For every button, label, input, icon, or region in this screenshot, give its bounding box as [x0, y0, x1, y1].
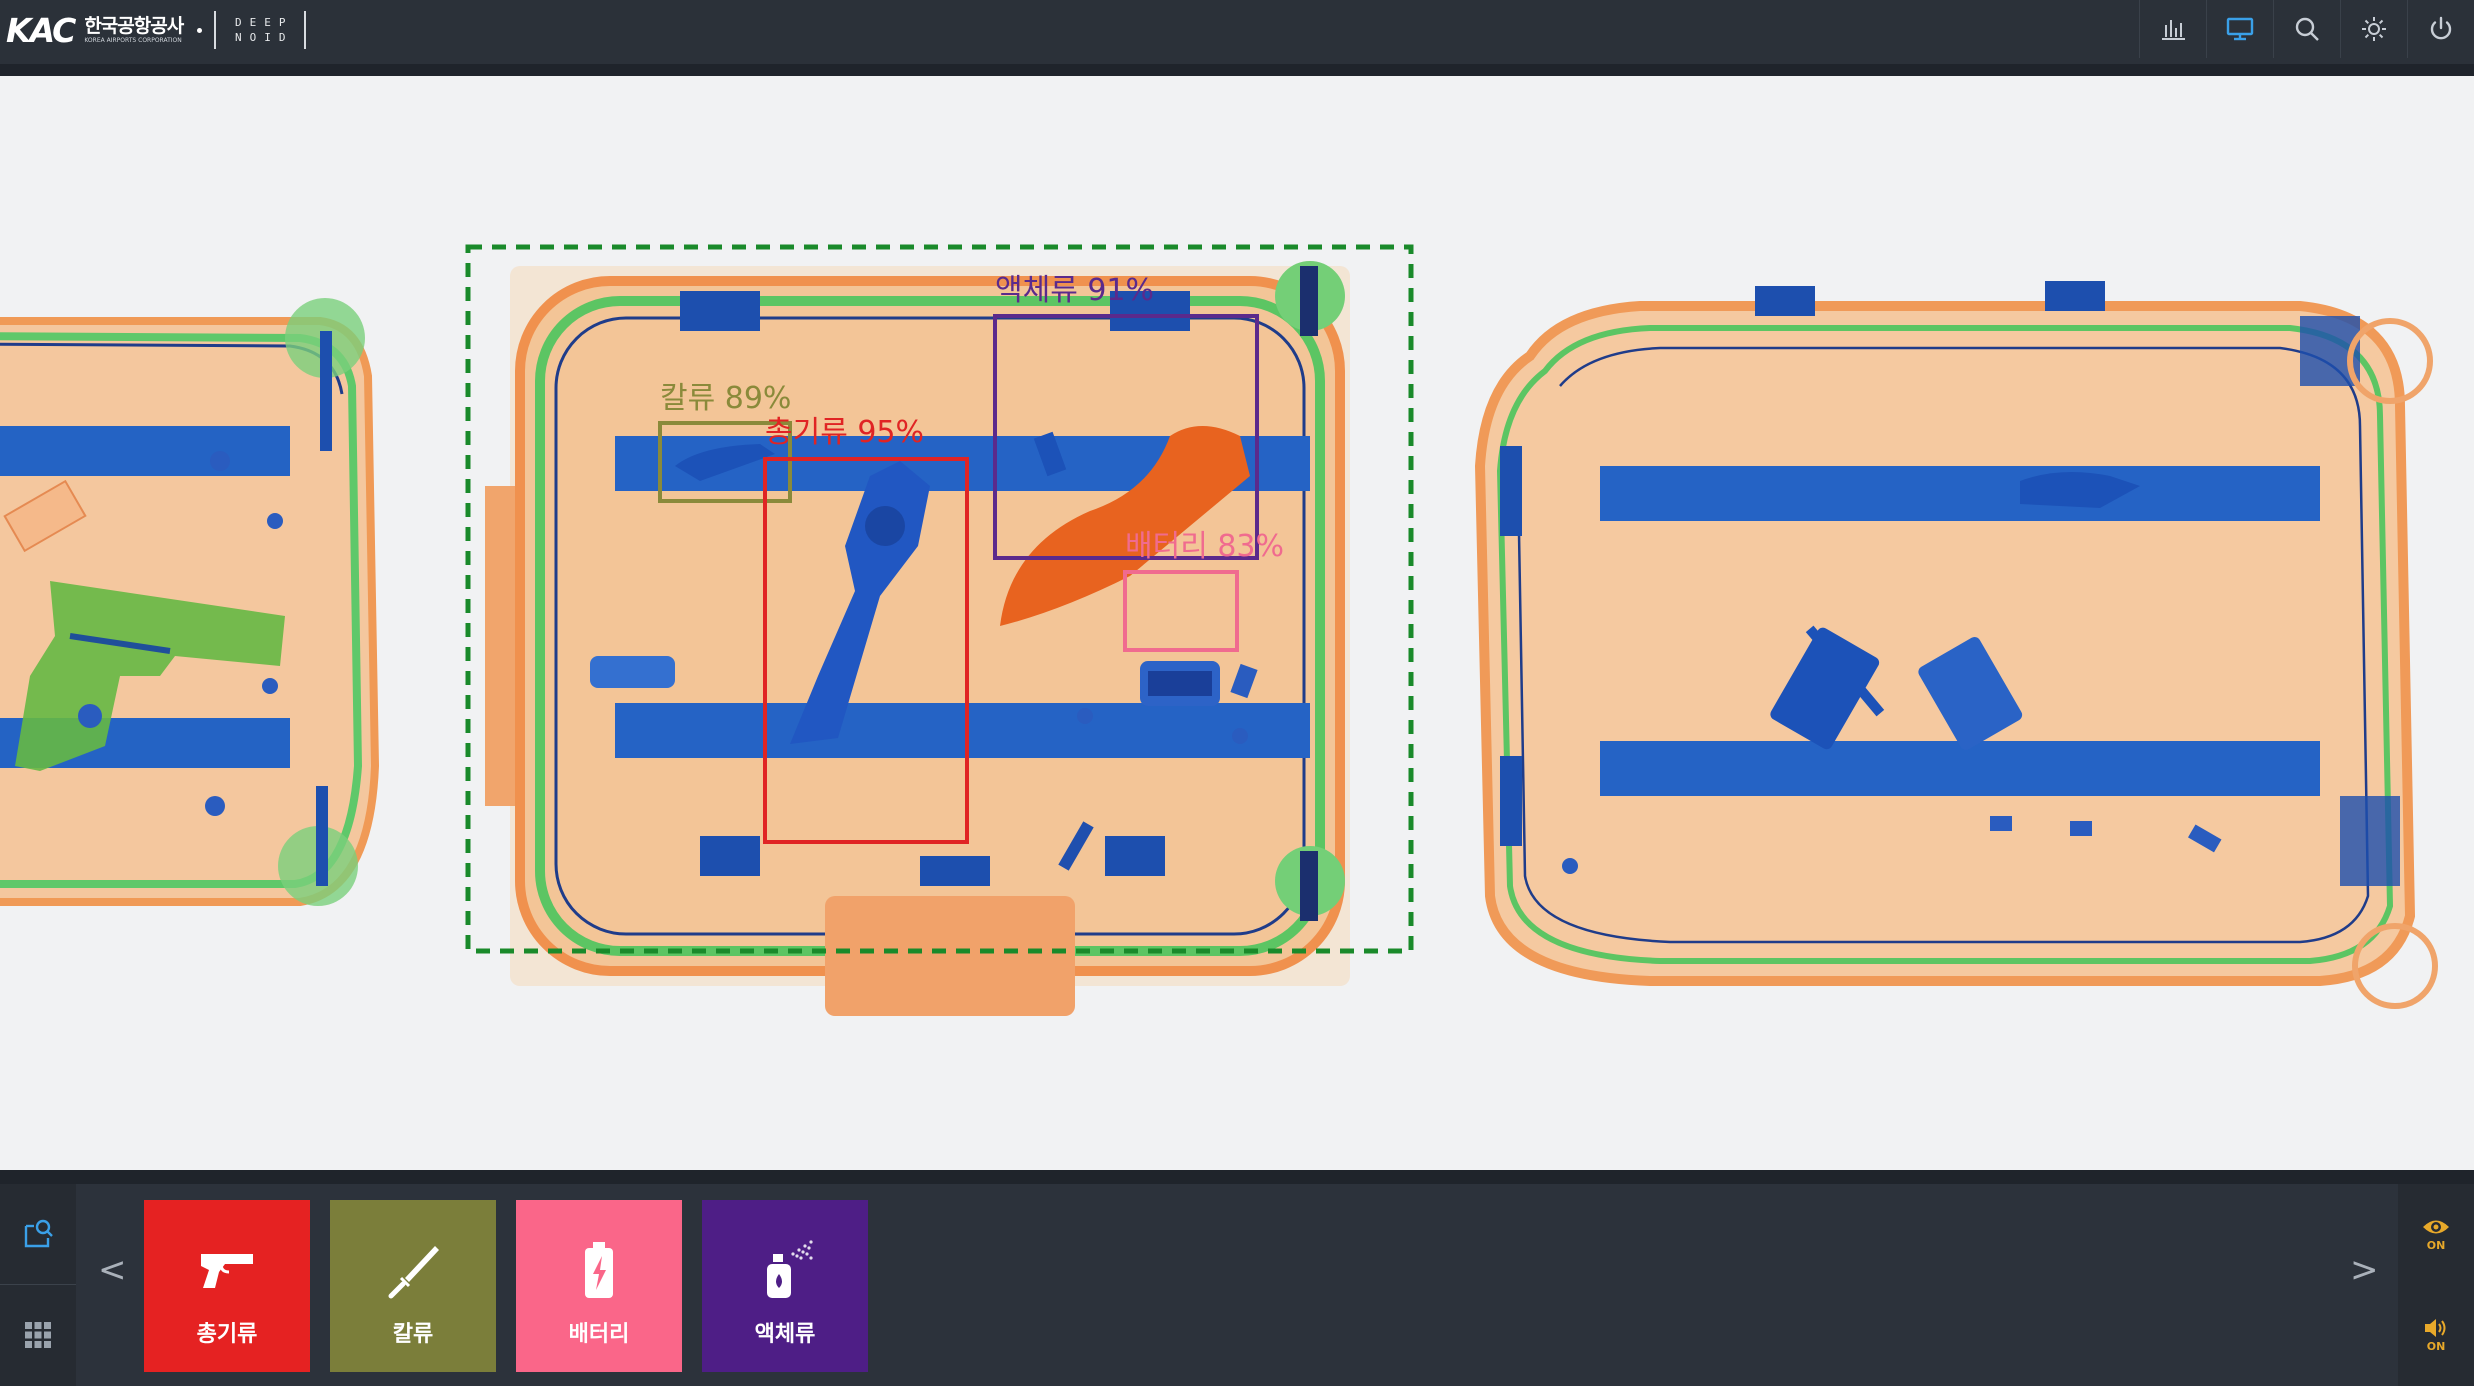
bottom-bar: < 총기류 칼류 배터리 액체류 > ON ON	[0, 1170, 2474, 1386]
category-knife[interactable]: 칼류	[330, 1200, 496, 1372]
luggage-middle	[485, 261, 1350, 1016]
category-liquid[interactable]: 액체류	[702, 1200, 868, 1372]
prev-arrow-button[interactable]: <	[98, 1250, 127, 1290]
category-battery-label: 배터리	[568, 1322, 630, 1347]
category-gun-label: 총기류	[196, 1322, 258, 1347]
sound-toggle-state: ON	[2426, 1340, 2446, 1353]
logo-english-name: KOREA AIRPORTS CORPORATION	[84, 36, 182, 44]
category-battery[interactable]: 배터리	[516, 1200, 682, 1372]
image-search-icon	[24, 1219, 53, 1248]
deepnoid-line-1: DEEP	[234, 16, 294, 29]
toolbar-icons	[2139, 0, 2474, 58]
logo-mark: KAC	[6, 10, 76, 50]
top-bar: KAC 한국공항공사 KOREA AIRPORTS CORPORATION DE…	[0, 0, 2474, 64]
settings-icon[interactable]	[2340, 0, 2407, 58]
bottom-bar-divider	[0, 1170, 2474, 1184]
spray-bottle-icon	[767, 1240, 813, 1298]
statistics-icon[interactable]	[2139, 0, 2206, 58]
detection-label-liquid: 액체류 91%	[995, 273, 1155, 308]
view-toggle[interactable]: ON	[2398, 1184, 2474, 1284]
detection-label-battery: 배터리 83%	[1125, 529, 1285, 564]
detection-label-gun: 총기류 95%	[765, 415, 925, 450]
deepnoid-logo: DEEP NOID	[214, 11, 307, 49]
monitor-icon[interactable]	[2206, 0, 2273, 58]
category-liquid-label: 액체류	[754, 1322, 816, 1347]
battery-icon	[585, 1242, 613, 1298]
deepnoid-line-2: NOID	[234, 31, 294, 44]
xray-scan-view[interactable]: 칼류 89% 총기류 95% 액체류 91% 배터리 83%	[0, 76, 2474, 1170]
search-icon[interactable]	[2273, 0, 2340, 58]
view-toggle-state: ON	[2426, 1239, 2446, 1252]
next-arrow-button[interactable]: >	[2350, 1250, 2379, 1290]
grid-icon	[25, 1322, 51, 1348]
grid-view-button[interactable]	[0, 1285, 76, 1385]
sound-toggle[interactable]: ON	[2398, 1285, 2474, 1385]
speaker-icon	[2425, 1319, 2446, 1337]
xray-image	[0, 244, 2438, 1016]
luggage-right	[1474, 281, 2438, 1009]
logo-separator-dot	[197, 27, 203, 33]
power-icon[interactable]	[2407, 0, 2474, 58]
image-search-button[interactable]	[0, 1184, 76, 1285]
top-bar-divider	[0, 64, 2474, 76]
left-tool-panel	[0, 1184, 76, 1386]
knife-icon	[388, 1246, 439, 1299]
eye-icon	[2423, 1220, 2449, 1234]
kac-logo: KAC 한국공항공사 KOREA AIRPORTS CORPORATION DE…	[6, 8, 307, 52]
right-toggle-panel: ON ON	[2398, 1184, 2474, 1386]
detection-label-knife: 칼류 89%	[660, 381, 792, 416]
logo-korean-block: 한국공항공사 KOREA AIRPORTS CORPORATION	[84, 14, 184, 44]
category-gun[interactable]: 총기류	[144, 1200, 310, 1372]
logo-korean-name: 한국공항공사	[84, 14, 184, 37]
luggage-left	[0, 298, 380, 906]
gun-icon	[201, 1254, 253, 1288]
category-tiles: 총기류 칼류 배터리 액체류	[144, 1200, 868, 1372]
category-knife-label: 칼류	[392, 1322, 434, 1347]
